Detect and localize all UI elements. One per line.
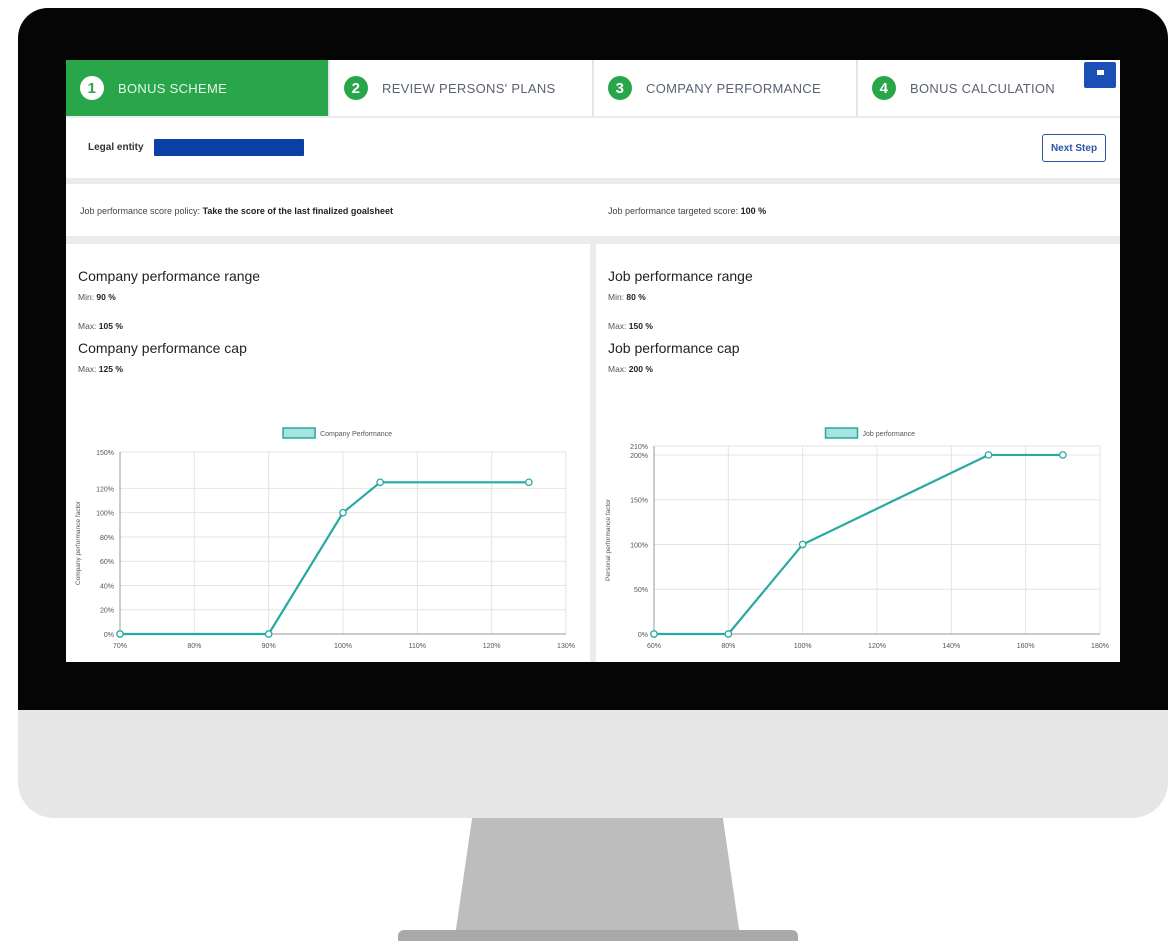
y-axis-label: Company performance factor <box>75 500 82 585</box>
x-tick-label: 80% <box>721 643 735 650</box>
step-label: BONUS CALCULATION <box>910 80 1055 96</box>
x-tick-label: 120% <box>483 643 501 650</box>
data-point <box>984 451 993 459</box>
monitor-stand-base <box>398 930 798 941</box>
monitor-stand <box>455 818 740 936</box>
data-point <box>376 478 385 487</box>
y-tick-label: 80% <box>100 535 114 542</box>
job-max-value: 150 % <box>628 321 653 331</box>
x-tick-label: 80% <box>187 643 201 650</box>
y-tick-label: 40% <box>100 583 114 590</box>
x-tick-label: 160% <box>1017 643 1035 650</box>
app-screen: 1 BONUS SCHEME 2 REVIEW PERSONS' PLANS 3… <box>66 60 1120 662</box>
targeted-score-label: Job performance targeted score: <box>608 206 741 216</box>
x-tick-label: 110% <box>409 643 426 650</box>
company-performance-chart: Company Performance 0% 20% 40% 60% 80% 100% 120… <box>75 427 575 650</box>
step-number: 4 <box>872 76 896 100</box>
x-tick-label: 70% <box>113 643 127 650</box>
data-point <box>650 630 658 638</box>
legal-entity-select[interactable] <box>154 139 304 156</box>
legend-label: Job performance <box>863 431 916 438</box>
y-tick-label: 100% <box>96 511 114 518</box>
y-tick-label: 60% <box>100 559 114 566</box>
job-max-label: Max: <box>608 321 629 331</box>
x-tick-label: 180% <box>1091 643 1109 650</box>
data-point <box>264 630 273 638</box>
company-range-title: Company performance range <box>78 268 261 284</box>
targeted-score: Job performance targeted score: 100 % <box>608 206 766 216</box>
step-bonus-scheme[interactable]: 1 BONUS SCHEME <box>66 60 330 116</box>
job-performance-panel: Job performance range Min: 80 % Max: 150… <box>596 244 1120 662</box>
step-company-performance[interactable]: 3 COMPANY PERFORMANCE <box>594 60 858 116</box>
step-number: 2 <box>344 76 368 100</box>
legend-label: Company Performance <box>320 431 392 438</box>
y-tick-label: 150% <box>96 450 114 457</box>
company-max-value: 105 % <box>98 321 123 331</box>
job-cap-title: Job performance cap <box>608 340 740 356</box>
legend-swatch <box>824 427 859 439</box>
step-bonus-calculation[interactable]: 4 BONUS CALCULATION <box>858 60 1120 116</box>
job-min-value: 80 % <box>626 292 646 302</box>
y-tick-label: 210% <box>630 444 648 451</box>
x-tick-label: 60% <box>647 643 661 650</box>
job-range-title: Job performance range <box>608 268 753 284</box>
step-label: COMPANY PERFORMANCE <box>646 80 821 96</box>
y-axis-label: Personal performance factor <box>605 498 612 581</box>
job-performance-chart: Job performance 0% 50% 100% 150% 200% 210% 60% 8… <box>605 427 1109 650</box>
x-tick-label: 100% <box>794 643 812 650</box>
data-point <box>1058 451 1067 459</box>
data-point <box>116 630 124 638</box>
policy-bar: Job performance score policy: Take the s… <box>66 184 1120 236</box>
company-cap-label: Max: <box>78 364 99 374</box>
job-cap-label: Max: <box>608 364 629 374</box>
score-policy-label: Job performance score policy: <box>80 206 203 216</box>
x-tick-label: 90% <box>262 643 276 650</box>
y-tick-label: 200% <box>630 453 648 460</box>
x-tick-label: 120% <box>868 643 886 650</box>
y-tick-label: 150% <box>630 498 648 505</box>
legend-swatch <box>282 427 316 439</box>
company-min-value: 90 % <box>96 292 116 302</box>
company-cap: Max: 125 % <box>78 364 123 374</box>
y-tick-label: 20% <box>100 608 114 615</box>
company-min-label: Min: <box>78 292 97 302</box>
step-label: BONUS SCHEME <box>118 80 228 96</box>
y-tick-label: 0% <box>638 632 648 639</box>
company-max: Max: 105 % <box>78 321 123 331</box>
x-tick-label: 130% <box>557 643 575 650</box>
corner-menu-button[interactable] <box>1084 62 1116 88</box>
company-cap-title: Company performance cap <box>78 340 247 356</box>
legal-entity-bar: Legal entity Next Step <box>66 118 1120 178</box>
y-tick-label: 120% <box>96 486 114 493</box>
company-max-label: Max: <box>78 321 99 331</box>
step-number: 1 <box>80 76 104 100</box>
job-min-label: Min: <box>608 292 627 302</box>
step-number: 3 <box>608 76 632 100</box>
score-policy: Job performance score policy: Take the s… <box>80 206 393 216</box>
data-point <box>524 478 533 487</box>
y-tick-label: 100% <box>630 542 648 549</box>
score-policy-value: Take the score of the last finalized goa… <box>202 206 393 216</box>
series-line <box>120 481 529 636</box>
job-min: Min: 80 % <box>608 292 646 302</box>
step-review-persons-plans[interactable]: 2 REVIEW PERSONS' PLANS <box>330 60 594 116</box>
y-tick-label: 0% <box>104 632 114 639</box>
company-min: Min: 90 % <box>78 292 116 302</box>
step-label: REVIEW PERSONS' PLANS <box>382 80 556 96</box>
company-cap-value: 125 % <box>98 364 123 374</box>
x-tick-label: 140% <box>942 643 960 650</box>
wizard-stepper: 1 BONUS SCHEME 2 REVIEW PERSONS' PLANS 3… <box>66 60 1120 116</box>
y-tick-label: 50% <box>634 587 648 594</box>
legal-entity-label: Legal entity <box>88 142 144 153</box>
data-point <box>798 540 807 549</box>
job-cap: Max: 200 % <box>608 364 653 374</box>
data-point <box>724 630 733 638</box>
company-performance-panel: Company performance range Min: 90 % Max:… <box>66 244 590 662</box>
data-point <box>339 508 347 517</box>
next-step-button[interactable]: Next Step <box>1042 134 1106 162</box>
job-max: Max: 150 % <box>608 321 653 331</box>
x-tick-label: 100% <box>334 643 352 650</box>
targeted-score-value: 100 % <box>740 206 767 216</box>
job-cap-value: 200 % <box>628 364 653 374</box>
